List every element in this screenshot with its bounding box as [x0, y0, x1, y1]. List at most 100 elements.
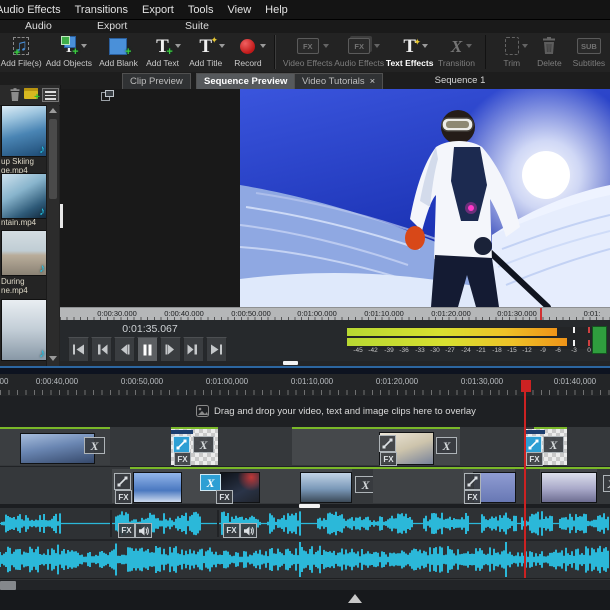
speaker-badge[interactable]	[240, 523, 257, 538]
timeline-clip[interactable]: X FX	[190, 469, 260, 503]
opacity-curve-badge[interactable]	[379, 435, 396, 452]
transition-badge[interactable]: X	[84, 437, 105, 454]
timeline-clip[interactable]: FX	[112, 469, 190, 503]
text-effects-button[interactable]: T ✦ Text Effects	[385, 33, 435, 74]
trim-icon	[505, 35, 519, 57]
menu-audio-effects[interactable]: Audio Effects	[0, 4, 61, 16]
subtitles-button[interactable]: SUB Subtitles	[568, 33, 610, 74]
media-item-thumbnail[interactable]: ♪	[1, 173, 47, 219]
audio-effects-button[interactable]: FX Audio Effects	[333, 33, 384, 74]
audio-meter	[347, 327, 605, 349]
audio-note-icon: ♪	[39, 346, 45, 360]
timeline-playhead[interactable]	[524, 380, 526, 578]
splitter-handle[interactable]	[60, 204, 63, 228]
timeline-clip[interactable]: FX	[463, 469, 515, 503]
hscroll-handle[interactable]	[283, 361, 298, 365]
timeline-clip[interactable]	[292, 429, 376, 465]
video-track-1[interactable]: X X FX FX X X FX	[0, 427, 610, 466]
timeline-clip[interactable]: X	[0, 429, 110, 465]
audio-track-1[interactable]: FX FX	[0, 508, 610, 539]
media-item-thumbnail[interactable]: ♪	[1, 230, 47, 276]
menu-transitions[interactable]: Transitions	[75, 4, 128, 16]
delete-media-icon[interactable]	[9, 88, 21, 102]
menu-view[interactable]: View	[228, 4, 252, 16]
opacity-curve-badge[interactable]	[464, 473, 481, 490]
detach-panel-icon[interactable]	[101, 90, 114, 101]
fx-badge[interactable]: FX	[216, 490, 233, 504]
ribbon-tab-audio[interactable]: Audio	[25, 20, 52, 32]
fx-badge[interactable]: FX	[174, 452, 191, 466]
timeline-ruler[interactable]: 00 0:00:40,000 0:00:50,000 0:01:00,000 0…	[0, 374, 610, 397]
transition-badge[interactable]: X	[200, 474, 221, 491]
add-media-folder-icon[interactable]: +	[24, 88, 38, 99]
video-track-2[interactable]: FX X FX X FX X	[0, 467, 610, 504]
dropdown-caret[interactable]	[81, 44, 87, 48]
speaker-badge[interactable]	[135, 523, 152, 538]
fx-badge[interactable]: FX	[118, 523, 135, 538]
timeline-clip[interactable]: FX X	[376, 429, 460, 465]
opacity-curve-badge[interactable]	[114, 473, 131, 490]
transition-badge[interactable]: X	[193, 436, 214, 453]
timeline-clip[interactable]	[373, 469, 463, 503]
add-objects-button[interactable]: T + Add Objects	[42, 33, 95, 74]
preview-ruler[interactable]: 0:00:30.000 0:00:40.000 0:00:50.000 0:01…	[60, 307, 610, 321]
timeline-clip[interactable]	[260, 469, 300, 503]
sequence-title: Sequence 1	[395, 75, 525, 86]
tab-clip-preview[interactable]: Clip Preview	[122, 73, 191, 89]
media-item-label[interactable]: Duringne.mp4	[1, 277, 47, 295]
overlay-drop-zone[interactable]: Drag and drop your video, text and image…	[0, 396, 610, 428]
transition-badge[interactable]: X	[543, 436, 564, 453]
collapse-arrow-icon[interactable]	[348, 594, 362, 603]
trim-button[interactable]: Trim	[492, 33, 531, 74]
timeline-clip[interactable]: X FX	[524, 429, 567, 465]
ruler-tick: 0:01:10,000	[291, 377, 333, 386]
audio-effects-icon: FX	[348, 35, 370, 57]
add-text-button[interactable]: T + Add Text	[141, 33, 183, 74]
record-button[interactable]: Record	[228, 33, 268, 74]
fx-badge[interactable]: FX	[115, 490, 132, 504]
fx-badge[interactable]: FX	[526, 452, 543, 466]
fx-badge[interactable]: FX	[223, 523, 240, 538]
tab-video-tutorials[interactable]: Video Tutorials ×	[294, 73, 383, 89]
media-item-thumbnail[interactable]: ♪	[1, 299, 47, 361]
sidebar-scrollbar[interactable]	[46, 105, 59, 366]
transition-badge[interactable]: X	[436, 437, 457, 454]
timeline-clip[interactable]	[300, 469, 352, 503]
opacity-curve-badge[interactable]	[525, 436, 542, 453]
menu-tools[interactable]: Tools	[188, 4, 214, 16]
scrollbar-thumb[interactable]	[49, 119, 57, 199]
dropdown-caret[interactable]	[219, 44, 225, 48]
close-icon[interactable]: ×	[370, 76, 376, 87]
opacity-curve-badge[interactable]	[173, 436, 190, 453]
playhead-flag[interactable]	[521, 380, 531, 392]
media-item-label[interactable]: ntain.mp4	[1, 218, 47, 227]
add-files-button[interactable]: ♫ + Add File(s)	[0, 33, 42, 74]
ribbon-tab-export[interactable]: Export	[97, 20, 127, 32]
video-effects-button[interactable]: FX Video Effects	[282, 33, 333, 74]
toolbar: ♫ + Add File(s) T + Add Objects + Add Bl…	[0, 33, 610, 73]
scroll-up-icon[interactable]	[49, 108, 57, 113]
list-view-icon[interactable]	[42, 88, 59, 102]
menu-export[interactable]: Export	[142, 4, 174, 16]
ribbon-tab-suite[interactable]: Suite	[185, 20, 209, 32]
timeline-clip[interactable]	[540, 469, 597, 503]
media-item-thumbnail[interactable]: ♪	[1, 105, 47, 157]
transition-badge[interactable]: X	[603, 475, 610, 492]
add-blank-button[interactable]: + Add Blank	[96, 33, 142, 74]
add-title-button[interactable]: T ✦ Add Title	[184, 33, 228, 74]
fx-badge[interactable]: FX	[464, 490, 481, 504]
scroll-down-icon[interactable]	[49, 356, 57, 361]
fx-badge[interactable]: FX	[380, 452, 397, 466]
audio-track-2[interactable]	[0, 541, 610, 578]
timeline-clip[interactable]: X FX	[171, 429, 218, 465]
dropdown-caret	[522, 44, 528, 48]
delete-button[interactable]: Delete	[531, 33, 568, 74]
hscroll-handle[interactable]	[0, 581, 16, 590]
ruler-tick: 00	[0, 377, 8, 386]
dropdown-caret[interactable]	[260, 44, 266, 48]
menu-help[interactable]: Help	[265, 4, 288, 16]
dropdown-caret[interactable]	[175, 44, 181, 48]
transition-button[interactable]: X Transition	[434, 33, 478, 74]
tab-sequence-preview[interactable]: Sequence Preview	[196, 73, 295, 89]
dropdown-caret[interactable]	[422, 44, 428, 48]
